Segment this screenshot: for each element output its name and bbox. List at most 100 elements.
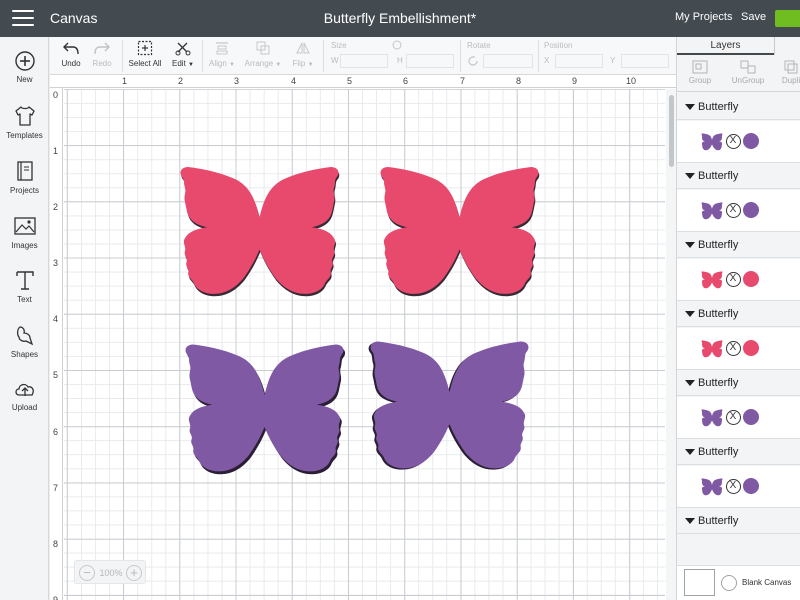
design-canvas[interactable]: 1 2 3 4 5 6 7 8 9 10 0 1 2 3 4 5 6 7 8 9 <box>50 75 676 600</box>
color-swatch[interactable] <box>743 409 759 425</box>
ruler-y-label: 5 <box>53 370 59 380</box>
layer-group-header[interactable]: Butterfly <box>677 232 800 258</box>
shapes-icon <box>16 326 33 346</box>
toolbar-divider <box>122 40 123 72</box>
my-projects-link[interactable]: My Projects <box>675 11 732 23</box>
ruler-y-label: 2 <box>53 202 59 212</box>
plus-circle-icon <box>14 51 35 71</box>
cut-operation-icon[interactable]: X <box>726 134 741 149</box>
sidebar-item-shapes[interactable]: Shapes <box>0 324 49 359</box>
butterfly-thumbnail-icon <box>701 202 723 220</box>
layer-group-header[interactable]: Butterfly <box>677 163 800 189</box>
toolbar-divider <box>460 40 461 72</box>
ungroup-icon <box>740 60 756 74</box>
cut-operation-icon[interactable]: X <box>726 272 741 287</box>
select-all-button[interactable]: Select All <box>128 40 162 68</box>
layers-tabs: Layers <box>677 37 800 55</box>
cut-operation-icon[interactable]: X <box>726 203 741 218</box>
butterfly-thumbnail-icon <box>701 271 723 289</box>
sidebar-item-text[interactable]: Text <box>0 269 49 304</box>
height-letter: H <box>397 56 403 65</box>
butterfly-purple-1[interactable] <box>182 329 347 490</box>
edit-menu-button[interactable]: Edit ▼ <box>169 40 197 68</box>
blank-canvas-color-swatch[interactable] <box>721 575 737 591</box>
layer-group-header[interactable]: Butterfly <box>677 439 800 465</box>
layer-group-name: Butterfly <box>698 308 739 320</box>
vertical-scrollbar-thumb[interactable] <box>669 95 674 167</box>
lock-icon[interactable] <box>391 40 403 50</box>
duplicate-button[interactable]: Dupli <box>776 60 800 85</box>
collapse-triangle-icon <box>685 242 695 248</box>
butterfly-thumbnail-icon <box>701 478 723 496</box>
layer-row[interactable]: X <box>677 190 800 232</box>
ruler-x-label: 10 <box>626 76 637 86</box>
layer-row[interactable]: X <box>677 466 800 508</box>
hamburger-menu-icon[interactable] <box>12 10 34 28</box>
blank-canvas-row[interactable]: Blank Canvas <box>677 565 800 600</box>
redo-button[interactable]: Redo <box>89 40 115 68</box>
flip-menu-button[interactable]: Flip ▼ <box>289 40 317 68</box>
layer-group-header[interactable]: Butterfly <box>677 508 800 534</box>
sidebar-item-label: Upload <box>11 403 38 412</box>
layer-row[interactable]: X <box>677 397 800 439</box>
flip-icon <box>296 42 310 54</box>
zoom-out-button[interactable]: − <box>79 565 95 581</box>
sidebar-item-images[interactable]: Images <box>0 215 49 250</box>
sidebar-item-label: Images <box>11 241 38 250</box>
butterfly-pink-2[interactable] <box>377 154 542 310</box>
cut-operation-icon[interactable]: X <box>726 410 741 425</box>
cloud-upload-icon <box>14 383 34 396</box>
layer-group-header[interactable]: Butterfly <box>677 301 800 327</box>
cut-operation-icon[interactable]: X <box>726 479 741 494</box>
ruler-x-label: 3 <box>234 76 240 86</box>
layer-group-header[interactable]: Butterfly <box>677 370 800 396</box>
tab-layers[interactable]: Layers <box>677 37 774 55</box>
ruler-y-label: 9 <box>53 595 59 600</box>
layer-row[interactable]: X <box>677 328 800 370</box>
height-input[interactable] <box>406 54 454 68</box>
butterfly-thumbnail-icon <box>701 409 723 427</box>
color-swatch[interactable] <box>743 478 759 494</box>
horizontal-ruler: 1 2 3 4 5 6 7 8 9 10 <box>50 75 676 88</box>
butterfly-pink-1[interactable] <box>177 154 342 310</box>
sidebar-item-label: Templates <box>6 131 43 140</box>
color-swatch[interactable] <box>743 133 759 149</box>
size-label: Size <box>331 41 347 50</box>
layer-group-name: Butterfly <box>698 515 739 527</box>
collapse-triangle-icon <box>685 104 695 110</box>
group-button[interactable]: Group <box>685 60 715 85</box>
ungroup-button[interactable]: UnGroup <box>730 60 766 85</box>
butterfly-purple-2[interactable] <box>367 326 532 487</box>
edit-label: Edit <box>172 59 186 68</box>
y-position-input[interactable] <box>621 54 669 68</box>
save-link[interactable]: Save <box>741 11 766 23</box>
arrange-menu-button[interactable]: Arrange ▼ <box>243 40 283 68</box>
tab-divider <box>774 37 775 55</box>
ruler-y-label: 8 <box>53 539 59 549</box>
undo-button[interactable]: Undo <box>58 40 84 68</box>
duplicate-label: Dupli <box>781 76 800 85</box>
color-swatch[interactable] <box>743 202 759 218</box>
butterfly-thumbnail-icon <box>701 133 723 151</box>
color-swatch[interactable] <box>743 340 759 356</box>
zoom-level: 100% <box>99 568 123 578</box>
sidebar-item-templates[interactable]: Templates <box>0 105 49 140</box>
sidebar-item-upload[interactable]: Upload <box>0 379 49 412</box>
layer-row[interactable]: X <box>677 259 800 301</box>
rotate-input[interactable] <box>483 54 533 68</box>
width-input[interactable] <box>340 54 388 68</box>
sidebar-item-projects[interactable]: Projects <box>0 160 49 195</box>
blank-canvas-thumbnail[interactable] <box>684 569 715 596</box>
align-menu-button[interactable]: Align ▼ <box>207 40 237 68</box>
rotate-icon <box>468 56 478 66</box>
cut-operation-icon[interactable]: X <box>726 341 741 356</box>
color-swatch[interactable] <box>743 271 759 287</box>
make-it-button[interactable] <box>775 10 800 27</box>
zoom-in-button[interactable]: + <box>126 565 142 581</box>
layer-group-header[interactable]: Butterfly <box>677 94 800 120</box>
width-letter: W <box>331 56 339 65</box>
ruler-y-label: 3 <box>53 258 59 268</box>
x-position-input[interactable] <box>555 54 603 68</box>
layer-row[interactable]: X <box>677 121 800 163</box>
sidebar-item-new[interactable]: New <box>0 51 49 84</box>
